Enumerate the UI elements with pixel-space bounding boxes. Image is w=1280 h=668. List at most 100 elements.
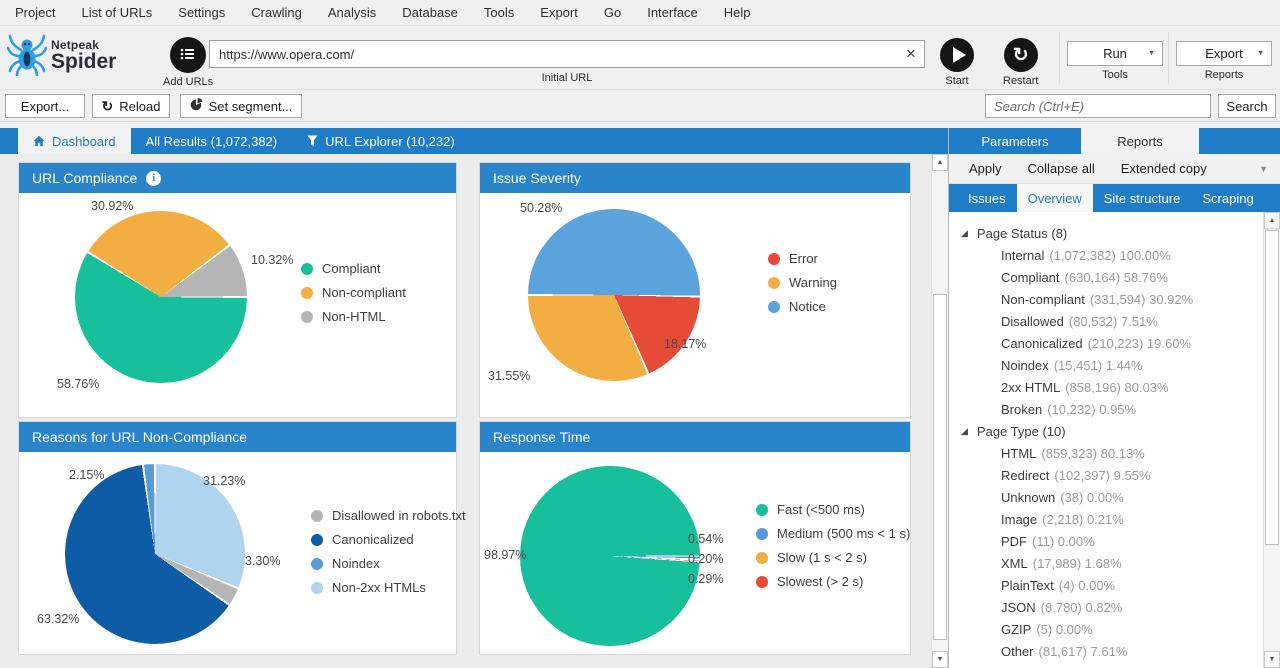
tree-item-label: 2xx HTML [1001, 379, 1061, 395]
search-button[interactable]: Search [1218, 94, 1276, 118]
tree-section-page[interactable]: ◢ Page Status (8) [949, 222, 1263, 244]
tab-parameters[interactable]: Parameters [949, 128, 1081, 154]
tree-item-disallowed[interactable]: Disallowed (80,532) 7.51% [949, 310, 1263, 332]
tree-item-internal[interactable]: Internal (1,072,382) 100.00% [949, 244, 1263, 266]
pie-percent-label: 0.20% [688, 552, 724, 566]
legend-item: Slowest (> 2 s) [756, 574, 910, 589]
right-panel-tabs: Parameters Reports [948, 128, 1280, 154]
tree-scrollbar[interactable]: ▲ ▼ [1263, 212, 1280, 668]
add-urls-button[interactable] [170, 37, 207, 73]
tree-item-image[interactable]: Image (2,218) 0.21% [949, 508, 1263, 530]
subtab-scraping[interactable]: Scraping [1191, 184, 1264, 212]
subtab-site-structure[interactable]: Site structure [1093, 184, 1192, 212]
tab-all[interactable]: All Results (1,072,382) [131, 128, 293, 154]
tree-item-html[interactable]: HTML (859,323) 80.13% [949, 442, 1263, 464]
tree-item-pdf[interactable]: PDF (11) 0.00% [949, 530, 1263, 552]
scroll-down-icon[interactable]: ▼ [932, 651, 948, 668]
tab-reports[interactable]: Reports [1081, 128, 1199, 154]
start-label: Start [945, 75, 969, 87]
tree-item-label: XML [1001, 555, 1028, 571]
pie-percent-label: 50.28% [520, 201, 563, 215]
pie-chart[interactable] [75, 211, 247, 383]
menu-item-settings[interactable]: Settings [165, 0, 238, 26]
menu-item-analysis[interactable]: Analysis [315, 0, 389, 26]
tree-item-2xx-html[interactable]: 2xx HTML (858,196) 80.03% [949, 376, 1263, 398]
export-button-label: Export [1205, 46, 1243, 61]
subtab-overview[interactable]: Overview [1016, 184, 1093, 212]
tree-item-label: Image [1001, 511, 1038, 527]
search-input[interactable] [985, 94, 1211, 118]
tree-item-xml[interactable]: XML (17,989) 1.68% [949, 552, 1263, 574]
tree-item-redirect[interactable]: Redirect (102,397) 9.55% [949, 464, 1263, 486]
legend-item: Canonicalized [311, 532, 466, 547]
set-segment-button[interactable]: Set segment... [180, 94, 302, 118]
scroll-down-icon[interactable]: ▼ [1264, 651, 1280, 668]
funnel-icon [307, 135, 318, 147]
app-logo: Netpeak Spider [6, 32, 116, 79]
more-actions-caret-icon[interactable]: ▼ [1259, 164, 1268, 174]
tab-dashboard[interactable]: Dashboard [18, 128, 131, 154]
menu-item-interface[interactable]: Interface [634, 0, 711, 26]
clear-url-icon[interactable]: × [901, 43, 921, 65]
tree-expanded-icon[interactable]: ◢ [961, 426, 968, 436]
menu-item-list-of-urls[interactable]: List of URLs [68, 0, 165, 26]
pie-percent-label: 3.30% [245, 554, 281, 568]
legend-item: Medium (500 ms < 1 s) [756, 526, 910, 541]
scroll-up-icon[interactable]: ▲ [1264, 212, 1280, 229]
legend-dot [768, 300, 780, 313]
tree-item-broken[interactable]: Broken (10,232) 0.95% [949, 398, 1263, 420]
scrollbar-thumb[interactable] [933, 294, 947, 640]
restart-button[interactable]: ↻ [1003, 38, 1038, 72]
chart-legend: Error Warning Notice [768, 251, 837, 314]
tree-item-other[interactable]: Other (81,617) 7.61% [949, 640, 1263, 662]
legend-item: Non-compliant [301, 285, 406, 300]
tab-url[interactable]: URL Explorer (10,232) [292, 128, 470, 154]
tree-item-label: Internal [1001, 247, 1045, 263]
tree-item-count: (5) 0.00% [1036, 621, 1093, 637]
initial-url-label: Initial URL [541, 72, 593, 84]
tree-item-json[interactable]: JSON (8,780) 0.82% [949, 596, 1263, 618]
chart-legend: Fast (<500 ms) Medium (500 ms < 1 s) Slow … [756, 502, 910, 589]
tree-expanded-icon[interactable]: ◢ [961, 228, 968, 238]
scrollbar-thumb[interactable] [1265, 230, 1279, 545]
menu-item-crawling[interactable]: Crawling [238, 0, 315, 26]
tree-item-compliant[interactable]: Compliant (630,164) 58.76% [949, 266, 1263, 288]
subtab-issues[interactable]: Issues [957, 184, 1017, 212]
run-dropdown-button[interactable]: Run ▼ [1067, 41, 1163, 66]
tree-section-protocol[interactable]: ◢Protocol (2) [949, 662, 1263, 668]
apply-button[interactable]: Apply [969, 161, 1002, 176]
pie-chart[interactable] [65, 464, 245, 644]
menu-item-project[interactable]: Project [2, 0, 68, 26]
scroll-up-icon[interactable]: ▲ [932, 154, 948, 171]
reload-button[interactable]: ↻ Reload [92, 94, 170, 118]
export-dropdown-button[interactable]: Export ▼ [1176, 41, 1272, 66]
initial-url-input[interactable] [209, 40, 925, 68]
start-button[interactable] [940, 38, 974, 72]
tree-section-page[interactable]: ◢ Page Type (10) [949, 420, 1263, 442]
tree-item-count: (859,323) 80.13% [1041, 445, 1145, 461]
menu-item-go[interactable]: Go [591, 0, 634, 26]
pie-chart[interactable] [520, 466, 700, 646]
add-urls-label: Add URLs [163, 76, 214, 88]
extended-copy-button[interactable]: Extended copy [1121, 161, 1207, 176]
tree-item-label: Compliant [1001, 269, 1060, 285]
export-results-button[interactable]: Export... [5, 94, 85, 118]
menu-item-help[interactable]: Help [711, 0, 764, 26]
menu-item-export[interactable]: Export [527, 0, 591, 26]
info-icon[interactable]: i [146, 170, 162, 186]
collapse-all-button[interactable]: Collapse all [1028, 161, 1095, 176]
menu-item-database[interactable]: Database [389, 0, 471, 26]
legend-label: Disallowed in robots.txt [332, 508, 466, 523]
tree-item-unknown[interactable]: Unknown (38) 0.00% [949, 486, 1263, 508]
dashboard-scrollbar[interactable]: ▲ ▼ [931, 154, 948, 668]
tree-item-plaintext[interactable]: PlainText (4) 0.00% [949, 574, 1263, 596]
tree-item-non-compliant[interactable]: Non-compliant (331,594) 30.92% [949, 288, 1263, 310]
list-icon [179, 45, 197, 66]
pie-chart[interactable] [528, 209, 700, 381]
tree-section-label: Page Type (10) [976, 423, 1066, 439]
menu-item-tools[interactable]: Tools [471, 0, 527, 26]
legend-item: Warning [768, 275, 837, 290]
tree-item-canonicalized[interactable]: Canonicalized (210,223) 19.60% [949, 332, 1263, 354]
tree-item-gzip[interactable]: GZIP (5) 0.00% [949, 618, 1263, 640]
tree-item-noindex[interactable]: Noindex (15,451) 1.44% [949, 354, 1263, 376]
